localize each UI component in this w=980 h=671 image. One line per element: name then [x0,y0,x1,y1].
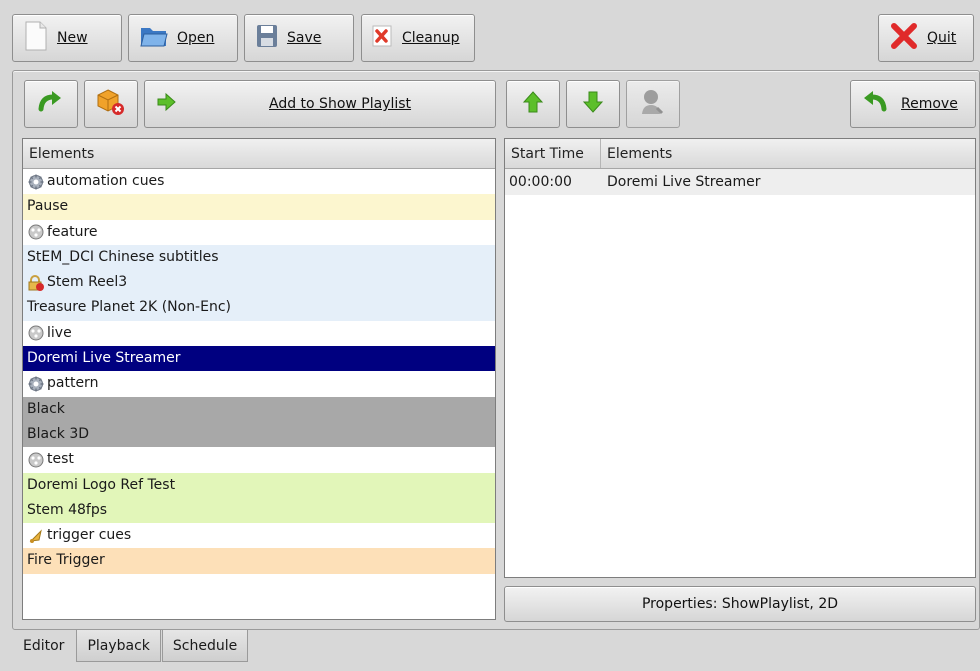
arrow-right-icon [155,91,177,117]
list-item-label: trigger cues [47,527,132,544]
bell-icon [27,527,45,545]
element-cell: Doremi Live Streamer [607,174,761,190]
list-item[interactable]: Black 3D [23,421,495,448]
folder-open-icon [139,23,169,53]
list-item[interactable]: pattern [23,371,495,397]
list-item-label: pattern [47,375,99,392]
arrow-down-icon [582,90,604,118]
list-item-label: Fire Trigger [27,552,105,569]
package-remove-icon [96,87,126,121]
list-item[interactable]: live [23,320,495,347]
elements-list[interactable]: Elements automation cues Pause feature StEM… [22,138,496,620]
floppy-disk-icon [255,23,279,53]
tab-bar: Editor Playback Schedule [12,630,249,664]
add-to-show-playlist-button[interactable]: Add to Show Playlist [144,80,496,128]
elements-column-header[interactable]: Elements [601,139,672,168]
list-item[interactable]: feature [23,219,495,245]
list-item[interactable]: Black [23,396,495,422]
playlist-header: Start Time Elements [505,139,975,169]
open-button[interactable]: Open [128,14,238,62]
save-button[interactable]: Save [244,14,354,62]
cleanup-x-icon [372,24,394,52]
add-to-show-playlist-label: Add to Show Playlist [269,96,412,112]
redo-button[interactable] [24,80,78,128]
cleanup-label: Cleanup [402,30,460,46]
list-item[interactable]: Doremi Logo Ref Test [23,472,495,498]
list-item-label: automation cues [47,173,165,189]
list-item-label: live [47,324,72,341]
tab-playback[interactable]: Playback [76,630,161,662]
list-item[interactable]: Pause [23,194,495,220]
elements-list-rows: automation cues Pause feature StEM_DCI Chin… [23,169,495,574]
move-up-button[interactable] [506,80,560,128]
list-item[interactable]: test [23,447,495,473]
list-item[interactable]: automation cues [23,169,495,195]
list-item-label: test [47,451,74,468]
list-item-label: Doremi Live Streamer [27,350,181,367]
list-item-label: Doremi Logo Ref Test [27,476,176,493]
arrow-up-icon [522,90,544,118]
user-icon [640,88,666,120]
list-item[interactable]: Fire Trigger [23,548,495,574]
list-item[interactable]: Doremi Live Streamer [23,346,495,372]
film-reel-icon [27,324,45,342]
elements-list-header[interactable]: Elements [23,139,495,169]
curved-arrow-back-icon [861,91,887,117]
list-item-label: Treasure Planet 2K (Non-Enc) [27,299,231,316]
list-item-label: Pause [27,198,69,215]
remove-label: Remove [901,96,958,112]
tab-schedule[interactable]: Schedule [161,630,249,662]
list-item-label: Black 3D [27,425,90,442]
gear-icon [27,173,45,191]
start-time-cell: 00:00:00 [509,174,572,190]
list-item-label: Stem 48fps [27,501,108,518]
list-item[interactable]: StEM_DCI Chinese subtitles [23,244,495,271]
properties-button[interactable]: Properties: ShowPlaylist, 2D [504,586,976,622]
curved-arrow-icon [38,91,64,117]
new-label: New [57,30,88,46]
list-item[interactable]: Stem 48fps [23,497,495,524]
delete-element-button[interactable] [84,80,138,128]
table-row[interactable]: 00:00:00 Doremi Live Streamer [505,169,975,195]
move-down-button[interactable] [566,80,620,128]
quit-button[interactable]: Quit [878,14,974,62]
start-time-column-header[interactable]: Start Time [505,139,601,168]
list-item[interactable]: trigger cues [23,523,495,549]
list-item[interactable]: Treasure Planet 2K (Non-Enc) [23,295,495,321]
open-label: Open [177,30,215,46]
list-item[interactable]: Stem Reel3 [23,270,495,296]
list-item-label: Black [27,400,65,417]
film-reel-icon [27,223,45,241]
quit-label: Quit [927,30,957,46]
tab-editor[interactable]: Editor [12,630,76,664]
gear-icon [27,375,45,393]
user-button[interactable] [626,80,680,128]
list-item-label: StEM_DCI Chinese subtitles [27,248,219,265]
new-document-icon [23,21,49,55]
show-playlist-table[interactable]: Start Time Elements 00:00:00 Doremi Live… [504,138,976,578]
save-label: Save [287,30,322,46]
cleanup-button[interactable]: Cleanup [361,14,475,62]
new-button[interactable]: New [12,14,122,62]
lock-icon [27,274,45,292]
close-icon [889,21,919,55]
list-item-label: feature [47,223,98,240]
remove-button[interactable]: Remove [850,80,976,128]
list-item-label: Stem Reel3 [47,274,128,291]
film-reel-icon [27,451,45,469]
